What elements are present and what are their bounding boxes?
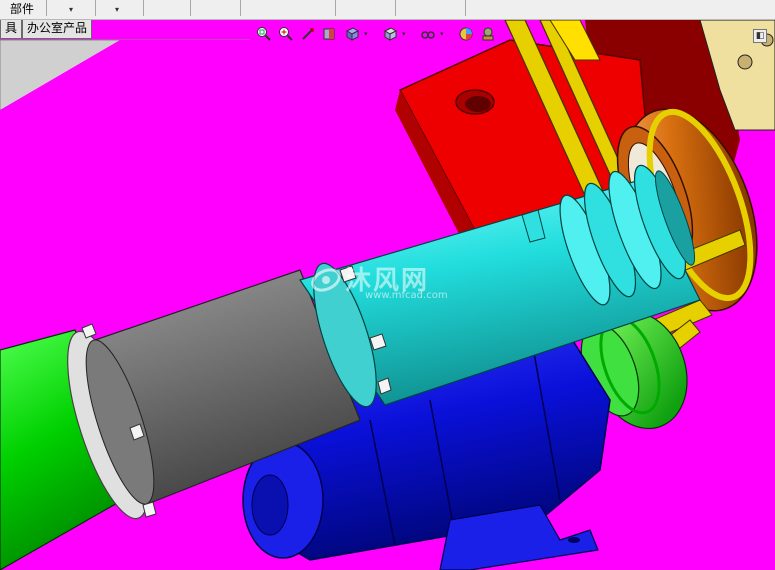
component-menu-label[interactable]: 部件 [10,1,34,17]
toolbar-separator [335,0,336,16]
display-style-dropdown-arrow[interactable]: ▾ [402,30,406,38]
previous-view-icon[interactable] [300,26,316,42]
viewport-corner-button[interactable]: ◧ [753,29,767,43]
bracket-hole-inner [465,96,491,112]
toolbar-separator [240,0,241,16]
zoom-area-icon[interactable] [278,26,294,42]
toolbar-separator [190,0,191,16]
tab-office-products[interactable]: 办公室产品 [22,20,93,39]
edit-appearance-icon[interactable] [458,26,474,42]
tab-tools[interactable]: 具 [0,20,23,39]
cream-block-hole [737,54,753,70]
toolbar-dropdown-1[interactable]: ▾ [64,3,78,16]
cad-3d-viewport[interactable] [0,0,775,570]
apply-scene-icon[interactable] [480,26,496,42]
flange-bolt-3 [142,501,157,518]
zoom-to-fit-icon[interactable] [256,26,272,42]
hide-show-items-icon[interactable] [420,26,436,42]
hide-show-dropdown-arrow[interactable]: ▾ [440,30,444,38]
toolbar-separator [46,0,47,16]
toolbar-separator [95,0,96,16]
toolbar-dropdown-2[interactable]: ▾ [110,3,124,16]
section-view-icon[interactable] [322,26,338,42]
top-toolbar: 部件 ▾ ▾ [0,0,775,20]
mount-hole [568,537,580,543]
toolbar-separator [395,0,396,16]
view-orientation-dropdown-arrow[interactable]: ▾ [364,30,368,38]
toolbar-separator [465,0,466,16]
toolbar-separator [143,0,144,16]
command-tab-bar: 具 办公室产品 [0,20,93,40]
blue-motor-end-hub [251,474,289,536]
view-orientation-icon[interactable] [344,26,360,42]
display-style-icon[interactable] [382,26,398,42]
